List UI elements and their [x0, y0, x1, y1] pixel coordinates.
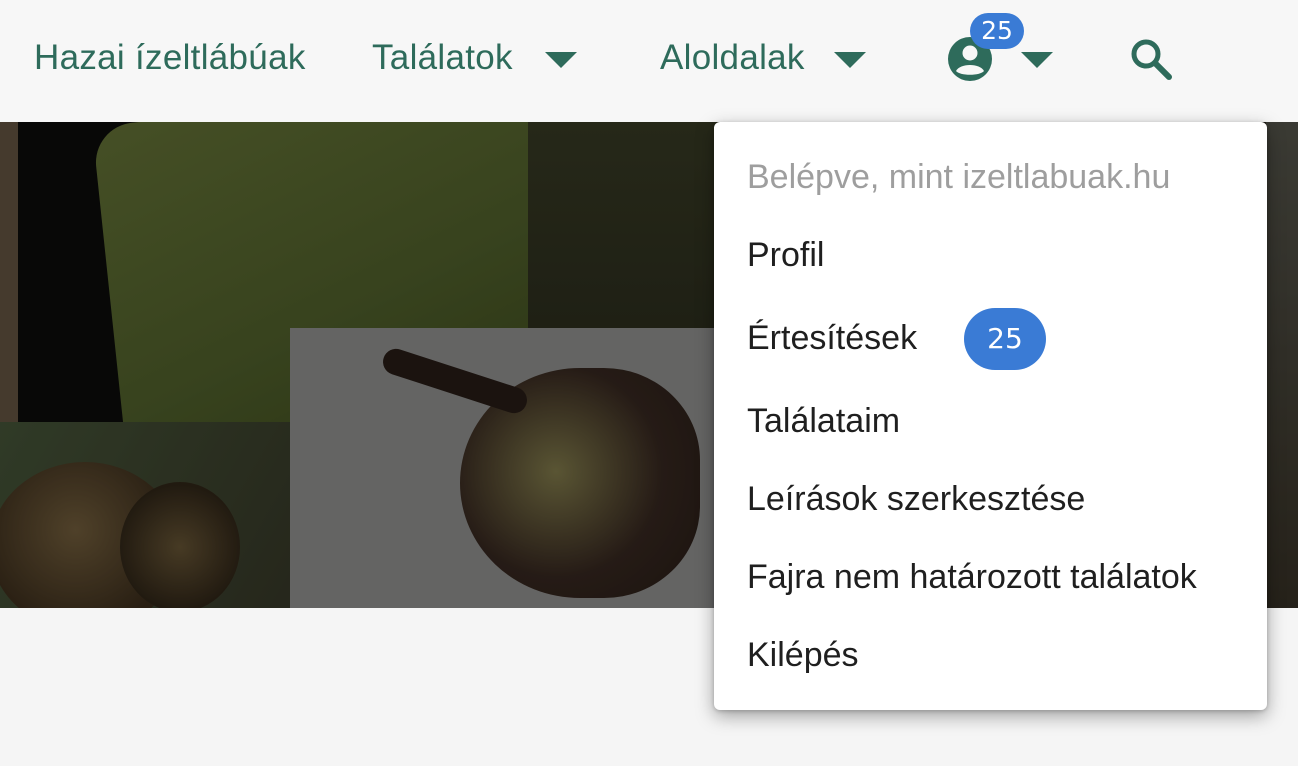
user-dropdown-menu: Belépve, mint izeltlabuak.hu Profil Érte… [714, 122, 1267, 710]
findings-caret-down-icon[interactable] [545, 52, 577, 68]
top-navbar: Hazai ízeltlábúak Találatok Aloldalak 25 [0, 0, 1298, 122]
menu-item-notifications[interactable]: Értesítések [747, 316, 917, 360]
menu-item-my-findings[interactable]: Találataim [747, 399, 900, 443]
notifications-count-badge: 25 [964, 308, 1046, 370]
menu-item-edit-descriptions[interactable]: Leírások szerkesztése [747, 477, 1085, 521]
notification-count-badge[interactable]: 25 [970, 13, 1024, 49]
menu-item-profile[interactable]: Profil [747, 233, 824, 277]
menu-item-logout[interactable]: Kilépés [747, 633, 859, 677]
user-menu-caret-down-icon[interactable] [1021, 52, 1053, 68]
brand-link[interactable]: Hazai ízeltlábúak [34, 36, 306, 80]
subpages-dropdown[interactable]: Aloldalak [660, 36, 805, 80]
search-icon[interactable] [1128, 36, 1174, 82]
logged-in-as-label: Belépve, mint izeltlabuak.hu [747, 158, 1171, 196]
subpages-caret-down-icon[interactable] [834, 52, 866, 68]
findings-dropdown[interactable]: Találatok [372, 36, 513, 80]
menu-item-unidentified-findings[interactable]: Fajra nem határozott találatok [747, 555, 1197, 599]
